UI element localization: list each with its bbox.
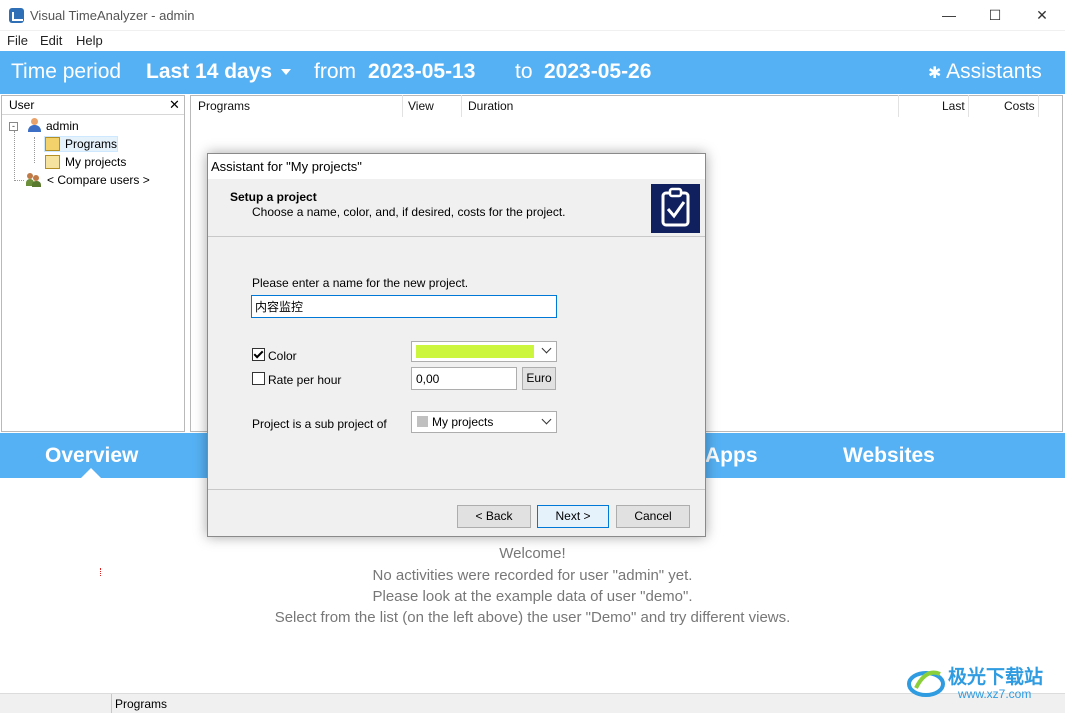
dialog-title: Assistant for "My projects" [211,159,362,174]
dialog-heading: Setup a project [230,190,317,204]
rate-checkbox[interactable] [252,372,265,385]
checkmark-icon [253,348,264,359]
subproject-label: Project is a sub project of [252,417,387,431]
watermark-site-url: www.xz7.com [958,687,1032,701]
marker [100,568,101,576]
color-select[interactable] [411,341,557,362]
welcome-line: Select from the list (on the left above)… [274,609,791,626]
to-date[interactable]: 2023-05-26 [544,60,651,84]
chevron-down-icon [541,414,552,425]
tree-line [14,131,15,181]
welcome-title: Welcome! [499,545,566,562]
welcome-line: Please look at the example data of user … [372,588,693,605]
close-panel-icon[interactable]: ✕ [169,97,180,113]
status-section: Programs [115,697,168,711]
collapse-toggle[interactable]: - [9,122,18,131]
project-name-input[interactable] [251,295,557,318]
column-divider[interactable] [1038,95,1039,117]
parent-color-swatch [417,416,428,427]
tree-item-compare-users[interactable]: < Compare users > [47,173,150,187]
column-divider[interactable] [461,95,462,117]
column-programs[interactable]: Programs [198,99,250,113]
assistants-button[interactable]: ✱ Assistants [928,60,1042,84]
status-divider [111,694,112,713]
column-divider[interactable] [402,95,403,117]
menu-help[interactable]: Help [76,33,103,48]
period-range-dropdown[interactable]: Last 14 days [146,60,291,84]
tab-websites[interactable]: Websites [843,444,935,468]
tree-line [34,137,35,163]
from-date[interactable]: 2023-05-13 [368,60,475,84]
cancel-button[interactable]: Cancel [616,505,690,528]
time-period-label: Time period [11,60,122,83]
parent-project-select[interactable]: My projects [411,411,557,433]
assistants-label: Assistants [946,60,1042,83]
to-label: to [515,60,533,83]
user-panel-title: User [9,98,35,112]
clipboard-check-icon [651,184,700,233]
next-button[interactable]: Next > [537,505,609,528]
site-logo-icon [906,664,946,700]
column-duration[interactable]: Duration [468,99,513,113]
close-button[interactable]: ✕ [1019,0,1065,31]
color-swatch [416,345,534,358]
gear-icon: ✱ [928,65,942,82]
active-tab-indicator [81,468,101,478]
watermark-site-name: 极光下载站 [948,667,1044,688]
app-icon [9,8,24,23]
color-checkbox[interactable] [252,348,265,361]
minimize-button[interactable]: — [926,0,972,31]
tree-item-programs[interactable]: Programs [65,137,117,151]
caret-down-icon [280,69,291,76]
window-title: Visual TimeAnalyzer - admin [30,8,195,23]
dialog-subheading: Choose a name, color, and, if desired, c… [252,205,566,219]
currency-button[interactable]: Euro [522,367,556,390]
folder-projects-icon [45,155,60,169]
rate-input[interactable] [411,367,517,390]
from-label: from [314,60,356,83]
welcome-line: No activities were recorded for user "ad… [372,567,693,584]
rate-label: Rate per hour [268,373,342,387]
tab-overview[interactable]: Overview [45,444,138,468]
tree-line [14,180,24,181]
chevron-down-icon [541,343,552,354]
tab-apps[interactable]: Apps [705,444,758,468]
column-last[interactable]: Last [942,99,965,113]
column-divider[interactable] [968,95,969,117]
user-icon [27,118,42,132]
tree-item-my-projects[interactable]: My projects [65,155,126,169]
menu-bar [0,31,1065,51]
maximize-button[interactable]: ☐ [972,0,1018,31]
period-range-label: Last 14 days [146,60,273,83]
back-button[interactable]: < Back [457,505,531,528]
project-name-prompt: Please enter a name for the new project. [252,276,469,290]
menu-edit[interactable]: Edit [40,33,62,48]
users-icon [26,173,41,187]
column-divider[interactable] [898,95,899,117]
menu-file[interactable]: File [7,33,28,48]
column-view[interactable]: View [408,99,434,113]
tree-item-admin[interactable]: admin [46,119,79,133]
column-costs[interactable]: Costs [1004,99,1035,113]
color-label: Color [268,349,297,363]
folder-programs-icon [45,137,60,151]
parent-project-value: My projects [432,415,494,429]
